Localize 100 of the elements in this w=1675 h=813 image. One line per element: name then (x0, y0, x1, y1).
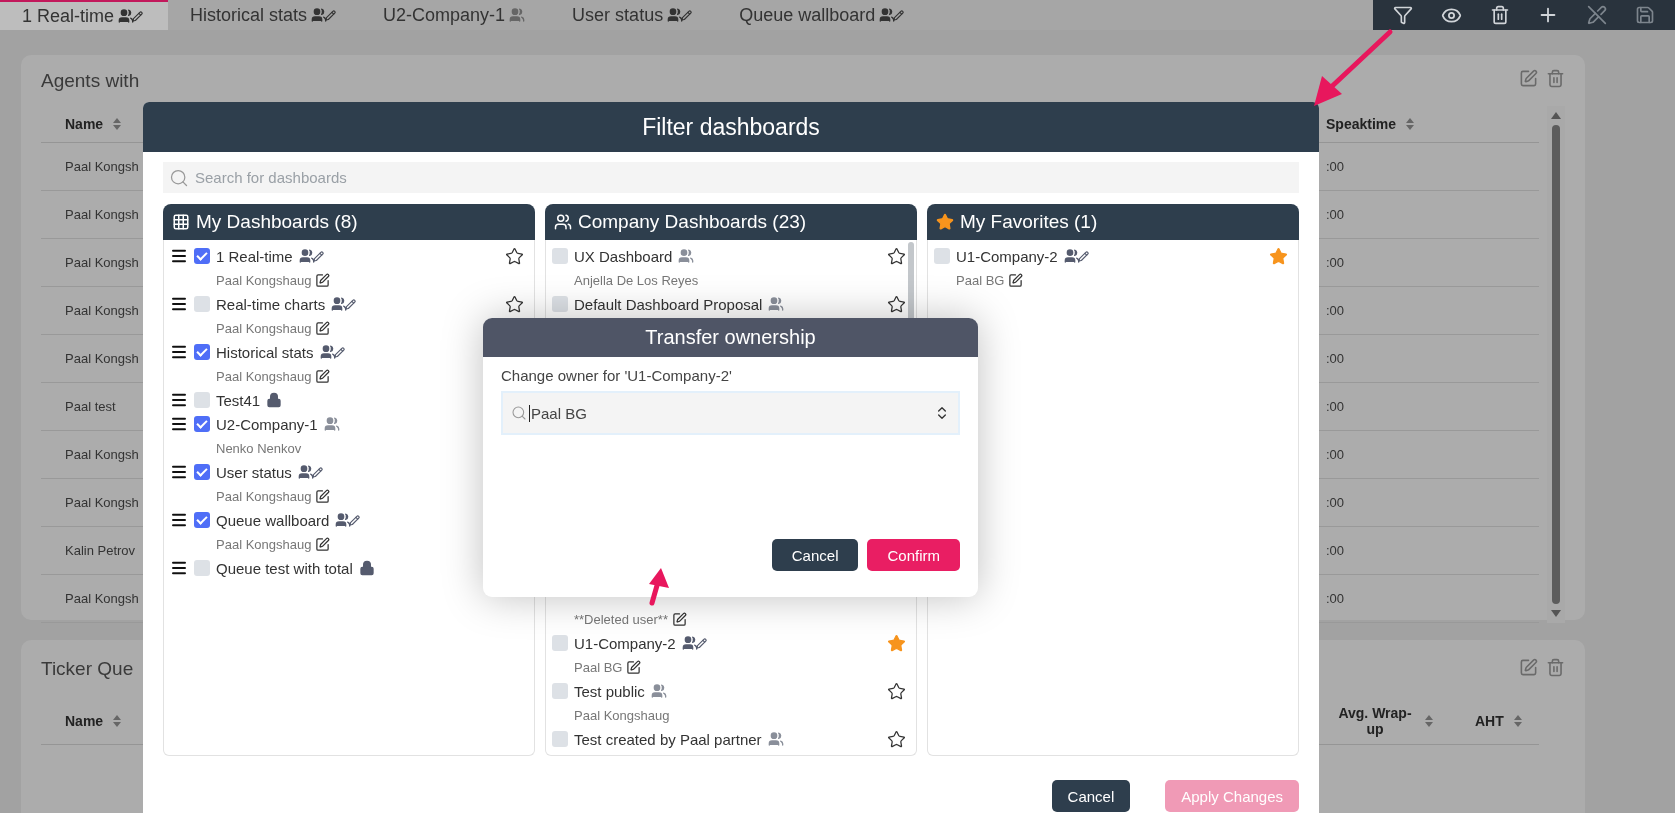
dashboard-name: 1 Real-time (216, 247, 293, 265)
cancel-button[interactable]: Cancel (771, 539, 859, 571)
drag-handle-icon[interactable] (170, 415, 188, 433)
edit-icon[interactable] (671, 611, 687, 627)
confirm-button[interactable]: Confirm (867, 539, 960, 571)
edit-icon[interactable] (315, 536, 331, 552)
search-field[interactable]: Search for dashboards (163, 162, 1299, 193)
drag-handle-icon[interactable] (170, 511, 188, 529)
table-cell: :00 (1326, 495, 1345, 510)
dashboard-tab[interactable]: User status (550, 0, 718, 30)
favorite-star-icon[interactable] (887, 294, 906, 314)
table-cell: :00 (1326, 543, 1345, 558)
drag-handle-icon[interactable] (170, 463, 188, 481)
drag-handle-icon[interactable] (170, 295, 188, 313)
table-cell: Paal Kongsh (65, 591, 139, 606)
search-icon (511, 405, 527, 421)
favorite-star-icon[interactable] (887, 246, 906, 266)
favorite-star-icon[interactable] (505, 294, 524, 314)
column-header[interactable]: AHT (1475, 713, 1504, 729)
column-title: Company Dashboards (23) (578, 211, 807, 233)
owner-name: Anjella De Los Reyes (574, 272, 699, 288)
widget-title: Agents with (41, 69, 140, 92)
column-title: My Dashboards (8) (196, 211, 358, 233)
owner-name: Paal Kongshaug (216, 368, 312, 384)
checkbox[interactable] (552, 635, 568, 651)
edit-icon[interactable] (1008, 272, 1024, 288)
owner-name: Paal BG (574, 659, 623, 675)
lock-icon (358, 560, 375, 576)
favorite-star-icon[interactable] (887, 681, 906, 701)
owner-name: Paal Kongshaug (216, 320, 312, 336)
checkbox[interactable] (194, 560, 210, 576)
owner-name: Paal Kongshaug (574, 707, 670, 723)
users-icon (768, 296, 785, 312)
checkbox[interactable] (552, 248, 568, 264)
scroll-up-icon[interactable] (1551, 112, 1561, 119)
edit-icon[interactable] (315, 488, 331, 504)
table-cell: :00 (1326, 207, 1345, 222)
dashboard-name: U2-Company-1 (216, 415, 318, 433)
drag-handle-icon[interactable] (170, 247, 188, 265)
checkbox[interactable] (194, 248, 210, 264)
sort-icon[interactable] (1425, 715, 1433, 727)
favorite-star-icon[interactable] (505, 246, 524, 266)
lock-icon (266, 392, 283, 408)
dashboard-tab[interactable]: 1 Real-time (0, 0, 169, 30)
dashboard-name: U1-Company-2 (956, 247, 1058, 265)
checkbox[interactable] (194, 416, 210, 432)
edit-icon[interactable] (315, 320, 331, 336)
dashboard-name: U1-Company-2 (574, 634, 676, 652)
owner-select[interactable]: Paal BG (501, 391, 960, 435)
checkbox[interactable] (194, 392, 210, 408)
dashboard-name: Default Dashboard Proposal (574, 295, 763, 313)
dashboard-tab[interactable]: Queue wallboard (717, 0, 930, 30)
edit-icon[interactable] (315, 272, 331, 288)
checkbox[interactable] (552, 296, 568, 312)
checkbox[interactable] (194, 296, 210, 312)
star-icon (936, 213, 954, 231)
table-cell: :00 (1326, 399, 1345, 414)
users-pencil-icon (681, 635, 707, 651)
checkbox[interactable] (552, 683, 568, 699)
drag-handle-icon[interactable] (170, 559, 188, 577)
users-pencil-icon (331, 296, 357, 312)
scroll-down-icon[interactable] (1551, 610, 1561, 617)
grid-icon (172, 213, 190, 231)
checkbox[interactable] (194, 512, 210, 528)
owner-name: Paal Kongshaug (216, 272, 312, 288)
checkbox[interactable] (934, 248, 950, 264)
column-header[interactable]: Avg. Wrap-up (1335, 705, 1415, 737)
sort-icon[interactable] (1513, 715, 1522, 727)
checkbox[interactable] (194, 344, 210, 360)
table-cell: Paal Kongsh (65, 159, 139, 174)
favorite-star-icon[interactable] (1269, 246, 1288, 266)
sort-icon[interactable] (113, 715, 122, 727)
checkbox[interactable] (552, 731, 568, 747)
sort-icon[interactable] (113, 118, 122, 130)
column-header[interactable]: Name (65, 116, 104, 132)
table-cell: Paal Kongsh (65, 303, 139, 318)
users-pencil-icon (311, 7, 337, 23)
users-pencil-icon (118, 8, 144, 24)
table-cell: Paal Kongsh (65, 447, 139, 462)
edit-icon[interactable] (315, 368, 331, 384)
column-header[interactable]: Name (65, 713, 104, 729)
favorite-star-icon[interactable] (887, 729, 906, 749)
favorite-star-icon[interactable] (887, 633, 906, 653)
sort-icon[interactable] (1406, 118, 1415, 130)
dashboard-name: Test41 (216, 391, 261, 409)
dashboard-tab[interactable]: Historical stats (168, 0, 362, 30)
drag-handle-icon[interactable] (170, 391, 188, 409)
checkbox[interactable] (194, 464, 210, 480)
users-pencil-icon (1063, 248, 1089, 264)
table-cell: Paal Kongsh (65, 255, 139, 270)
dashboard-tab[interactable]: U2-Company-1 (361, 0, 551, 30)
users-pencil-icon (667, 7, 693, 23)
cancel-button[interactable]: Cancel (1051, 780, 1131, 812)
dashboard-name: Queue test with total (216, 559, 353, 577)
users-pencil-icon (879, 7, 905, 23)
table-cell: :00 (1326, 591, 1345, 606)
drag-handle-icon[interactable] (170, 343, 188, 361)
users-icon (323, 416, 340, 432)
edit-icon[interactable] (626, 659, 642, 675)
column-header[interactable]: Speaktime (1326, 116, 1397, 132)
